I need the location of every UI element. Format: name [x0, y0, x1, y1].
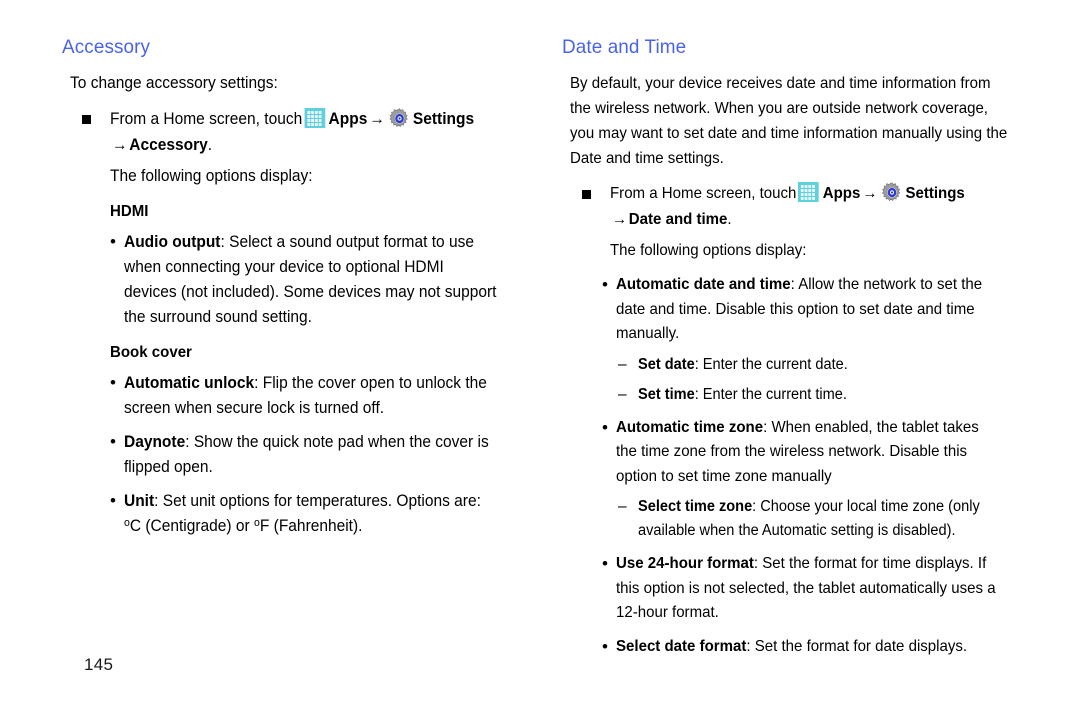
two-column-body: Accessory To change accessory settings: … [0, 0, 1080, 720]
bullet-daynote-text: Daynote: Show the quick note pad when th… [124, 430, 500, 480]
bullet-use-24-hour-format-text: Use 24-hour format: Set the format for t… [616, 552, 1000, 626]
left-column: Accessory To change accessory settings: … [0, 0, 500, 720]
period: . [207, 136, 213, 154]
right-column: Date and Time By default, your device re… [500, 0, 1007, 720]
bullet-unit: Unit: Set unit options for temperatures.… [110, 488, 500, 539]
subheading-hdmi: HDMI [110, 203, 149, 220]
page-number: 145 [84, 655, 114, 674]
subbullet-desc: : Enter the current time. [694, 385, 847, 403]
subbullet-set-time-text: Set time: Enter the current time. [638, 383, 1000, 407]
bullet-automatic-unlock: Automatic unlock: Flip the cover open to… [110, 370, 500, 421]
bullet-automatic-date-and-time: Automatic date and time: Allow the netwo… [602, 272, 1000, 347]
subbullet-desc: : Enter the current date. [694, 355, 848, 373]
apps-label: Apps [328, 110, 368, 128]
subbullet-term: Set date [638, 355, 695, 373]
unit-fahrenheit-text: F (Fahrenheit). [259, 517, 363, 535]
arrow-icon: → [862, 185, 878, 202]
apps-grid-icon [304, 108, 325, 128]
subbullet-set-date: Set date: Enter the current date. [618, 353, 1000, 377]
arrow-icon: → [369, 110, 385, 128]
bullet-term: Use 24-hour format [616, 555, 754, 572]
subbullet-set-date-text: Set date: Enter the current date. [638, 353, 1000, 377]
bullet-unit-second-line: oC (Centigrade) or oF (Fahrenheit). [124, 517, 362, 535]
bullet-use-24-hour-format: Use 24-hour format: Set the format for t… [602, 551, 1000, 626]
accessory-target-label: Accessory [129, 136, 208, 154]
square-bullet-icon [82, 115, 91, 124]
bullet-desc: : Set unit options for temperatures. Opt… [154, 492, 481, 510]
bullet-automatic-date-and-time-text: Automatic date and time: Allow the netwo… [616, 273, 1000, 347]
unit-centigrade-text: C (Centigrade) or [129, 517, 255, 535]
subbullet-set-time: Set time: Enter the current time. [618, 383, 1000, 407]
date-time-follow-text: The following options display: [610, 242, 807, 259]
arrow-icon-2: → [111, 136, 128, 154]
page-title-date-and-time: Date and Time [562, 36, 687, 58]
accessory-step-subline: → Accessory. [110, 132, 500, 158]
bullet-daynote: Daynote: Show the quick note pad when th… [110, 429, 500, 480]
step-lead-text: From a Home screen, touch [610, 185, 797, 202]
bullet-select-date-format-text: Select date format: Set the format for d… [616, 635, 1000, 660]
bullet-automatic-time-zone: Automatic time zone: When enabled, the t… [602, 415, 1000, 490]
apps-grid-icon [798, 182, 819, 202]
bullet-desc: : Set the format for date displays. [746, 637, 968, 655]
subheading-book-cover: Book cover [110, 344, 192, 361]
accessory-options-group: HDMI Audio output: Select a sound output… [110, 203, 500, 539]
accessory-step-line: From a Home screen, touch Apps → Settings [110, 106, 500, 132]
subbullet-term: Set time [638, 385, 695, 403]
settings-gear-icon [389, 108, 410, 129]
bullet-automatic-unlock-text: Automatic unlock: Flip the cover open to… [124, 371, 500, 421]
accessory-navigation-step: From a Home screen, touch Apps → Settings … [62, 106, 500, 189]
manual-page: Accessory To change accessory settings: … [0, 0, 1080, 720]
bullet-term: Select date format [616, 637, 747, 655]
subbullet-select-time-zone-text: Select time zone: Choose your local time… [638, 495, 1000, 543]
bullet-unit-text: Unit: Set unit options for temperatures.… [124, 489, 500, 539]
bullet-automatic-time-zone-text: Automatic time zone: When enabled, the t… [616, 416, 1000, 490]
settings-gear-icon [882, 182, 903, 203]
bullet-audio-output-text: Audio output: Select a sound output form… [124, 230, 500, 330]
bullet-audio-output: Audio output: Select a sound output form… [110, 229, 500, 330]
step-lead-text: From a Home screen, touch [110, 110, 303, 128]
accessory-intro-text: To change accessory settings: [70, 74, 278, 92]
bullet-term: Audio output [124, 233, 221, 251]
page-title-accessory: Accessory [62, 36, 151, 58]
subbullet-term: Select time zone [638, 498, 753, 515]
square-bullet-icon [582, 190, 591, 199]
bullet-term: Automatic unlock [124, 374, 255, 392]
date-time-navigation-step: From a Home screen, touch Apps → Settings … [562, 181, 1000, 264]
bullet-term: Automatic time zone [616, 418, 764, 436]
period: . [727, 211, 732, 228]
date-time-options-group: Automatic date and time: Allow the netwo… [602, 272, 1000, 660]
arrow-icon-2: → [611, 211, 627, 228]
accessory-follow-text: The following options display: [110, 167, 313, 185]
settings-label: Settings [905, 185, 965, 202]
subbullet-select-time-zone: Select time zone: Choose your local time… [618, 495, 1000, 543]
date-time-step-line: From a Home screen, touch Apps → Settings [610, 181, 1000, 207]
date-time-step-subline: → Date and time. [610, 207, 1000, 233]
date-time-target-label: Date and time [628, 211, 728, 228]
bullet-term: Daynote [124, 433, 186, 451]
bullet-term: Automatic date and time [616, 276, 791, 293]
settings-label: Settings [412, 110, 475, 128]
bullet-term: Unit [124, 492, 155, 510]
apps-label: Apps [822, 185, 861, 202]
date-time-intro-text: By default, your device receives date an… [570, 75, 1008, 167]
bullet-select-date-format: Select date format: Set the format for d… [602, 634, 1000, 660]
